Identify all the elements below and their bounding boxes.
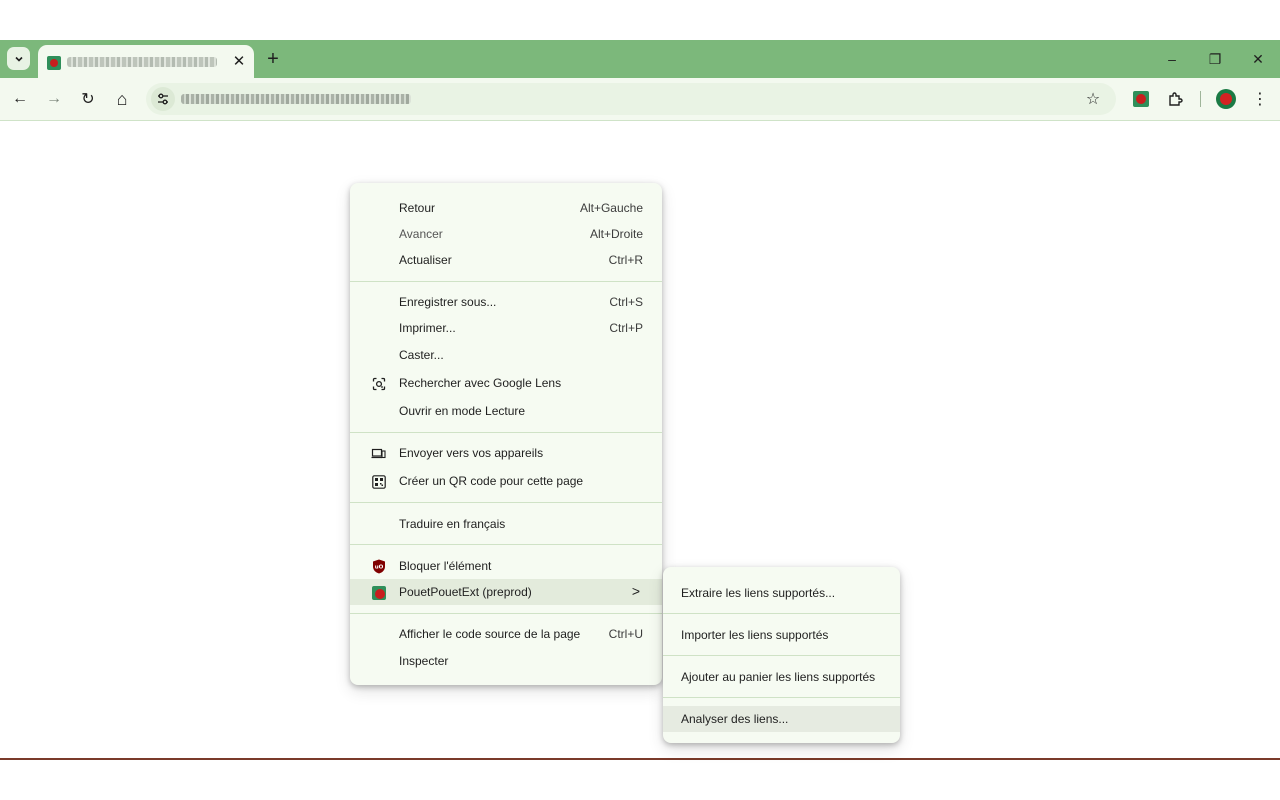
page-footer-line xyxy=(0,758,1280,760)
pouetpouet-extension-icon[interactable] xyxy=(1133,91,1149,107)
active-tab[interactable]: ✕ xyxy=(38,45,254,78)
pouetpouetext-submenu: Extraire les liens supportés... Importer… xyxy=(663,567,900,743)
restore-button[interactable]: ❐ xyxy=(1201,48,1229,70)
extensions-button[interactable] xyxy=(1163,87,1187,111)
devices-icon xyxy=(371,446,386,461)
close-icon: ✕ xyxy=(232,53,246,70)
url-text-blurred xyxy=(181,94,411,104)
minimize-icon: – xyxy=(1168,51,1176,67)
submenu-separator xyxy=(663,697,900,698)
toolbar-separator xyxy=(1200,91,1201,107)
ublock-icon: uO xyxy=(371,559,386,574)
forward-arrow-icon: → xyxy=(46,90,62,107)
puzzle-icon xyxy=(1169,92,1183,106)
window-close-button[interactable]: ✕ xyxy=(1244,48,1272,70)
restore-icon: ❐ xyxy=(1208,50,1222,67)
pouetpouet-favicon-icon xyxy=(47,56,61,70)
menu-item-forward[interactable]: Avancer Alt+Droite xyxy=(350,221,662,247)
chevron-down-icon xyxy=(14,56,23,62)
submenu-item-extract-links[interactable]: Extraire les liens supportés... xyxy=(663,580,900,606)
menu-item-reload[interactable]: Actualiser Ctrl+R xyxy=(350,247,662,273)
menu-separator xyxy=(350,544,662,545)
forward-button[interactable]: → xyxy=(42,87,66,111)
menu-item-block-element[interactable]: uO Bloquer l'élément xyxy=(350,553,662,579)
submenu-separator xyxy=(663,655,900,656)
menu-separator xyxy=(350,281,662,282)
pouetpouet-icon xyxy=(371,585,386,600)
tab-close-button[interactable]: ✕ xyxy=(230,52,248,70)
chrome-menu-button[interactable]: ⋮ xyxy=(1248,87,1272,111)
context-menu: Retour Alt+Gauche Avancer Alt+Droite Act… xyxy=(350,183,662,685)
menu-separator xyxy=(350,613,662,614)
submenu-item-analyze-links[interactable]: Analyser des liens... xyxy=(663,706,900,732)
new-tab-button[interactable]: + xyxy=(262,48,284,70)
plus-icon: + xyxy=(267,47,279,70)
reload-button[interactable]: ↻ xyxy=(76,87,100,111)
menu-item-inspect[interactable]: Inspecter xyxy=(350,648,662,674)
submenu-item-import-links[interactable]: Importer les liens supportés xyxy=(663,622,900,648)
menu-item-send-to-devices[interactable]: Envoyer vers vos appareils xyxy=(350,440,662,466)
qr-code-icon xyxy=(371,474,386,489)
minimize-button[interactable]: – xyxy=(1158,48,1186,70)
close-icon: ✕ xyxy=(1252,50,1264,67)
svg-text:uO: uO xyxy=(374,565,383,571)
menu-item-google-lens[interactable]: Rechercher avec Google Lens xyxy=(350,370,662,396)
home-button[interactable]: ⌂ xyxy=(110,87,134,111)
bookmark-button[interactable]: ☆ xyxy=(1082,88,1104,110)
profile-avatar[interactable] xyxy=(1216,89,1236,109)
menu-item-pouetpouetext[interactable]: PouetPouetExt (preprod) > xyxy=(350,579,662,605)
back-button[interactable]: ← xyxy=(8,87,32,111)
menu-item-view-source[interactable]: Afficher le code source de la page Ctrl+… xyxy=(350,621,662,647)
menu-item-translate[interactable]: Traduire en français xyxy=(350,511,662,537)
menu-separator xyxy=(350,502,662,503)
menu-separator xyxy=(350,432,662,433)
tab-search-button[interactable] xyxy=(7,47,30,70)
menu-item-cast[interactable]: Caster... xyxy=(350,342,662,368)
star-icon: ☆ xyxy=(1085,91,1101,108)
tab-title-blurred xyxy=(67,57,217,67)
address-bar[interactable]: ☆ xyxy=(146,83,1116,115)
home-icon: ⌂ xyxy=(116,88,128,109)
kebab-menu-icon: ⋮ xyxy=(1252,91,1268,108)
site-info-button[interactable] xyxy=(151,87,175,111)
browser-window: ✕ + – ❐ ✕ ← → ↻ ⌂ ☆ ⋮ Retour Alt+Gauche … xyxy=(0,0,1280,800)
chevron-right-icon: > xyxy=(631,583,640,599)
toolbar: ← → ↻ ⌂ ☆ ⋮ xyxy=(0,78,1280,121)
google-lens-icon xyxy=(371,376,386,391)
menu-item-print[interactable]: Imprimer... Ctrl+P xyxy=(350,315,662,341)
back-arrow-icon: ← xyxy=(12,90,28,107)
tune-icon xyxy=(158,93,168,105)
menu-item-reading-mode[interactable]: Ouvrir en mode Lecture xyxy=(350,398,662,424)
reload-icon: ↻ xyxy=(81,91,95,108)
menu-item-save-as[interactable]: Enregistrer sous... Ctrl+S xyxy=(350,289,662,315)
submenu-item-add-to-cart[interactable]: Ajouter au panier les liens supportés xyxy=(663,664,900,690)
tab-strip: ✕ + – ❐ ✕ xyxy=(0,40,1280,78)
menu-item-qr-code[interactable]: Créer un QR code pour cette page xyxy=(350,468,662,494)
menu-item-back[interactable]: Retour Alt+Gauche xyxy=(350,195,662,221)
submenu-separator xyxy=(663,613,900,614)
